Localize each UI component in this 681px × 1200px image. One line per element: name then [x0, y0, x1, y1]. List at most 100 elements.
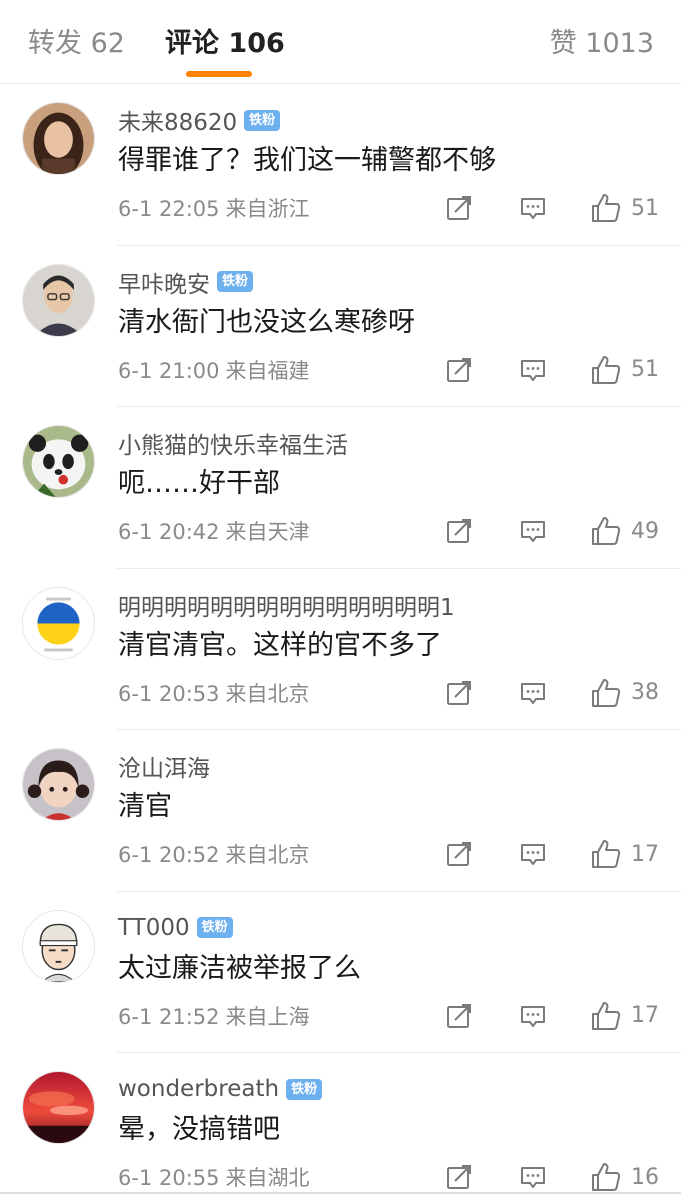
- tab-likes-label: 赞: [549, 28, 577, 59]
- like-button[interactable]: 38: [590, 677, 659, 709]
- tab-comments-label: 评论: [165, 28, 219, 59]
- comment-actions: 49: [444, 515, 659, 547]
- comment-header: wonderbreath 铁粉: [118, 1073, 323, 1105]
- share-button[interactable]: [444, 1001, 474, 1031]
- like-count: 16: [631, 1164, 659, 1190]
- thumbs-up-icon: [592, 1163, 621, 1191]
- tab-bar: 转发 62 评论 106 赞 1013: [0, 0, 681, 84]
- reply-button[interactable]: [518, 516, 548, 546]
- reply-button[interactable]: [518, 1162, 548, 1192]
- thumbs-up-icon: [592, 194, 621, 222]
- like-count: 38: [631, 680, 659, 705]
- comment-item: 早咔晚安 铁粉 清水衙门也没这么寒碜呀 6-1 21:00 来自福建 51: [0, 246, 681, 407]
- comment-actions: 16: [444, 1161, 659, 1193]
- comment-actions: 38: [444, 677, 659, 709]
- share-icon: [447, 1165, 471, 1189]
- username[interactable]: 未来88620: [118, 103, 237, 137]
- comment-icon: [521, 359, 545, 381]
- thumbs-up-icon: [592, 840, 621, 868]
- comment-time: 6-1 20:42: [118, 520, 220, 544]
- username[interactable]: TT000: [118, 915, 190, 941]
- fan-badge: 铁粉: [217, 271, 254, 292]
- comment-location: 来自北京: [225, 681, 310, 706]
- like-button[interactable]: 16: [590, 1161, 659, 1193]
- like-button[interactable]: 17: [590, 838, 659, 870]
- share-button[interactable]: [444, 516, 474, 546]
- comment-meta: 6-1 21:00 来自福建: [118, 356, 310, 386]
- bottom-divider: [0, 1192, 681, 1194]
- avatar[interactable]: [22, 425, 95, 498]
- comment-icon: [521, 198, 545, 219]
- tab-repost[interactable]: 转发 62: [28, 24, 125, 64]
- share-button[interactable]: [444, 193, 474, 223]
- comment-meta: 6-1 20:53 来自北京: [118, 679, 310, 709]
- comment-header: 明明明明明明明明明明明明明明1: [118, 589, 455, 621]
- reply-button[interactable]: [518, 1001, 548, 1031]
- thumbs-up-icon: [592, 1001, 621, 1030]
- tab-likes-count: 1013: [585, 28, 654, 59]
- share-icon: [447, 519, 471, 543]
- like-count: 49: [631, 518, 659, 544]
- share-icon: [447, 680, 471, 705]
- share-icon: [447, 842, 471, 866]
- fan-badge: 铁粉: [196, 917, 233, 938]
- username[interactable]: 沧山洱海: [118, 749, 210, 783]
- share-button[interactable]: [444, 1162, 474, 1192]
- comment-header: 早咔晚安 铁粉: [118, 265, 254, 299]
- tab-comments[interactable]: 评论 106: [165, 24, 285, 64]
- comment-location: 来自上海: [225, 1004, 310, 1029]
- comment-text: 晕，没搞错吧: [118, 1114, 280, 1145]
- comment-text: 清官清官。这样的官不多了: [118, 629, 442, 661]
- username[interactable]: 早咔晚安: [118, 265, 210, 299]
- comment-text: 清官: [118, 791, 172, 822]
- username[interactable]: wonderbreath: [118, 1076, 279, 1102]
- comment-time: 6-1 21:52: [118, 1004, 220, 1029]
- like-button[interactable]: 51: [590, 192, 659, 224]
- comment-icon: [521, 1005, 545, 1027]
- comment-location: 来自浙江: [225, 197, 310, 221]
- comment-text: 得罪谁了？我们这一辅警都不够: [118, 145, 496, 176]
- comment-item: 沧山洱海 清官 6-1 20:52 来自北京 17: [0, 730, 681, 892]
- fan-badge: 铁粉: [244, 109, 281, 131]
- comment-item: 未来88620 铁粉 得罪谁了？我们这一辅警都不够 6-1 22:05 来自浙江 …: [0, 84, 681, 246]
- avatar[interactable]: [22, 586, 95, 660]
- avatar[interactable]: [22, 748, 95, 821]
- like-count: 17: [631, 1003, 659, 1028]
- reply-button[interactable]: [518, 193, 548, 223]
- comment-icon: [521, 521, 545, 542]
- thumbs-up-icon: [592, 678, 621, 707]
- share-button[interactable]: [444, 839, 474, 869]
- tab-comments-count: 106: [228, 28, 285, 59]
- like-button[interactable]: 17: [590, 1000, 659, 1032]
- share-button[interactable]: [444, 678, 474, 708]
- username[interactable]: 小熊猫的快乐幸福生活: [118, 426, 348, 460]
- comment-location: 来自福建: [225, 358, 310, 383]
- comment-item: 小熊猫的快乐幸福生活 呃……好干部 6-1 20:42 来自天津 49: [0, 407, 681, 569]
- comment-text: 太过廉洁被举报了么: [118, 952, 361, 984]
- comment-meta: 6-1 20:55 来自湖北: [118, 1163, 310, 1193]
- tab-repost-label: 转发: [28, 28, 82, 59]
- reply-button[interactable]: [518, 678, 548, 708]
- like-button[interactable]: 49: [590, 515, 659, 547]
- comment-meta: 6-1 21:52 来自上海: [118, 1002, 310, 1032]
- tab-likes[interactable]: 赞 1013: [550, 24, 654, 64]
- avatar[interactable]: [22, 102, 95, 175]
- share-icon: [447, 1003, 471, 1028]
- like-button[interactable]: 51: [590, 354, 659, 386]
- share-button[interactable]: [444, 355, 474, 385]
- comment-header: 未来88620 铁粉: [118, 103, 281, 137]
- comment-location: 来自天津: [225, 520, 310, 544]
- comment-time: 6-1 20:53: [118, 681, 220, 706]
- comment-time: 6-1 21:00: [118, 358, 220, 383]
- username[interactable]: 明明明明明明明明明明明明明明1: [118, 588, 455, 622]
- reply-button[interactable]: [518, 355, 548, 385]
- avatar[interactable]: [22, 1071, 95, 1144]
- comment-time: 6-1 20:55: [118, 1166, 220, 1190]
- reply-button[interactable]: [518, 839, 548, 869]
- avatar[interactable]: [22, 263, 95, 337]
- avatar[interactable]: [22, 909, 95, 983]
- comment-actions: 17: [444, 838, 659, 870]
- comment-item: TT000 铁粉 太过廉洁被举报了么 6-1 21:52 来自上海 17: [0, 892, 681, 1053]
- comment-location: 来自湖北: [225, 1166, 310, 1190]
- thumbs-up-icon: [592, 517, 621, 545]
